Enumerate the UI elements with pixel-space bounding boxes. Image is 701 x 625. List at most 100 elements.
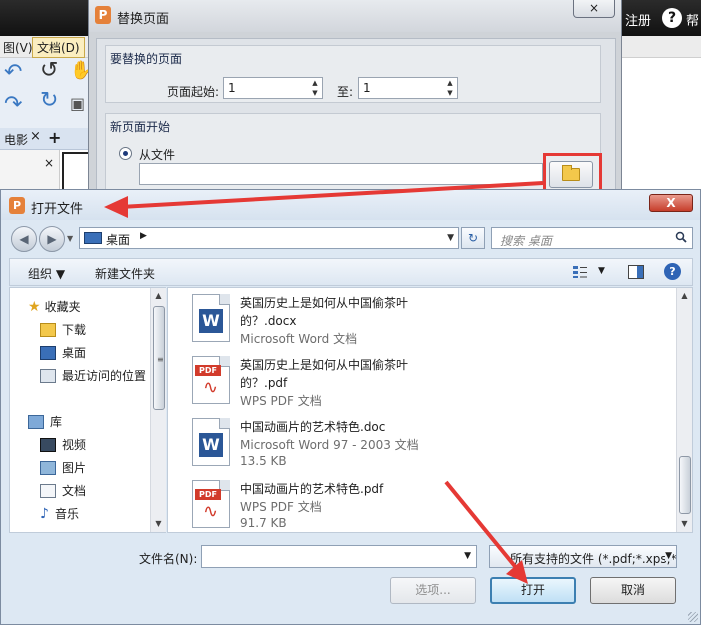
cancel-button[interactable]: 取消: [590, 577, 676, 604]
page-start-label: 页面起始:: [167, 85, 220, 99]
file-name: 中国动画片的艺术特色.doc: [240, 420, 386, 434]
undo-icon[interactable]: ↶: [4, 60, 22, 85]
navigation-pane: ★ 收藏夹 下载 桌面 最近访问的位置 库 视频 图片 文档 ♪ 音乐 ▲ ≡ ▼: [9, 287, 166, 533]
open-file-dialog: P 打开文件 X ◀ ▶ ▼ 桌面 ▶ ▼ ↻ 搜索 桌面 组织 ▼ 新建文件夹…: [0, 189, 701, 625]
word-document-icon: W: [192, 294, 230, 342]
navigation-scrollbar[interactable]: ▲ ≡ ▼: [150, 288, 166, 532]
nav-item-videos[interactable]: 视频: [40, 436, 86, 453]
file-name-continued: 的？.pdf: [240, 376, 288, 390]
preview-pane-icon[interactable]: [628, 265, 644, 279]
library-icon: [28, 414, 44, 429]
organize-label: 组织: [28, 267, 53, 281]
filename-input[interactable]: ▼: [201, 545, 477, 568]
file-path-input[interactable]: [139, 163, 543, 185]
nav-item-documents[interactable]: 文档: [40, 482, 86, 499]
list-item[interactable]: W 中国动画片的艺术特色.doc Microsoft Word 97 - 200…: [188, 414, 648, 476]
scroll-down-icon[interactable]: ▼: [151, 516, 166, 532]
scroll-up-icon[interactable]: ▲: [677, 288, 692, 304]
recent-locations-dropdown[interactable]: ▼: [67, 234, 73, 243]
nav-item-label: 库: [50, 415, 63, 429]
nav-item-libraries[interactable]: 库: [28, 413, 62, 430]
refresh-button[interactable]: ↻: [461, 227, 485, 249]
redo-main-icon[interactable]: ↻: [40, 88, 58, 113]
side-panel-close-icon[interactable]: ×: [44, 156, 54, 170]
file-type-select[interactable]: 所有支持的文件 (*.pdf;*.xps;*.e ▼: [489, 545, 677, 568]
help-link[interactable]: 帮: [686, 10, 699, 29]
redo-icon[interactable]: ↷: [4, 92, 22, 117]
camera-icon[interactable]: ▣: [70, 94, 85, 113]
options-button[interactable]: 选项...: [390, 577, 476, 604]
nav-item-music[interactable]: ♪ 音乐: [40, 505, 79, 522]
document-tab[interactable]: 电影: [0, 131, 32, 148]
star-icon: ★: [28, 298, 41, 315]
desktop-icon: [84, 232, 102, 244]
scrollbar-thumb[interactable]: [679, 456, 691, 514]
tab-close-icon[interactable]: ×: [30, 129, 41, 144]
replace-dialog-close-button[interactable]: ×: [573, 0, 615, 18]
app-tabbar: 电影 × +: [0, 128, 92, 150]
open-button[interactable]: 打开: [490, 577, 576, 604]
pages-to-replace-title: 要替换的页面: [110, 52, 183, 66]
address-dropdown-icon[interactable]: ▼: [447, 233, 454, 243]
spinner-arrows-icon[interactable]: ▲ ▼: [443, 78, 457, 98]
menu-document[interactable]: 文档(D): [32, 37, 85, 58]
file-type-dropdown-icon[interactable]: ▼: [665, 551, 672, 561]
file-name: 中国动画片的艺术特色.pdf: [240, 482, 384, 496]
open-dialog-close-button[interactable]: X: [649, 194, 693, 212]
organize-button[interactable]: 组织 ▼: [28, 265, 65, 282]
forward-button[interactable]: ▶: [39, 226, 65, 252]
file-list: W 英国历史上是如何从中国偷茶叶 的？.docx Microsoft Word …: [167, 287, 693, 533]
app-side-panel: ×: [0, 150, 60, 194]
pdf-document-icon: PDF ∿: [192, 480, 230, 528]
list-item[interactable]: PDF ∿ 英国历史上是如何从中国偷茶叶 的？.pdf WPS PDF 文档: [188, 352, 648, 414]
nav-item-downloads[interactable]: 下载: [40, 321, 86, 338]
file-list-scrollbar[interactable]: ▲ ▼: [676, 288, 692, 532]
resize-grip-icon[interactable]: [688, 612, 698, 622]
app-toolbar: ↶ ↷ ↺ ↻ ✋ ▣: [0, 58, 92, 128]
back-button[interactable]: ◀: [11, 226, 37, 252]
nav-item-favorites[interactable]: ★ 收藏夹: [28, 298, 81, 315]
nav-item-recent-places[interactable]: 最近访问的位置: [40, 367, 146, 384]
nav-item-label: 桌面: [62, 346, 87, 360]
view-options-icon[interactable]: [572, 265, 588, 279]
page-end-value: 1: [363, 81, 371, 95]
desktop-icon: [40, 345, 56, 360]
video-icon: [40, 437, 56, 452]
address-bar[interactable]: 桌面 ▶ ▼: [79, 227, 459, 249]
music-icon: ♪: [40, 505, 49, 522]
documents-icon: [40, 483, 56, 498]
scroll-up-icon[interactable]: ▲: [151, 288, 166, 304]
page-end-label: 至:: [337, 85, 354, 99]
from-file-radio[interactable]: [119, 147, 132, 160]
pdf-badge: PDF: [195, 365, 221, 376]
new-tab-icon[interactable]: +: [48, 128, 61, 147]
breadcrumb-arrow-icon[interactable]: ▶: [140, 231, 147, 241]
help-icon[interactable]: ?: [662, 8, 682, 28]
list-item[interactable]: PDF ∿ 中国动画片的艺术特色.pdf WPS PDF 文档 91.7 KB: [188, 476, 648, 538]
file-name-continued: 的？.docx: [240, 314, 297, 328]
nav-item-pictures[interactable]: 图片: [40, 459, 86, 476]
file-name: 英国历史上是如何从中国偷茶叶: [240, 296, 409, 310]
new-folder-button[interactable]: 新建文件夹: [95, 265, 155, 282]
register-link[interactable]: 注册: [625, 10, 651, 29]
page-start-spinner[interactable]: 1 ▲ ▼: [223, 77, 323, 99]
page-end-spinner[interactable]: 1 ▲ ▼: [358, 77, 458, 99]
undo-main-icon[interactable]: ↺: [40, 58, 58, 83]
file-type-value: 所有支持的文件 (*.pdf;*.xps;*.e: [510, 552, 677, 566]
word-badge: W: [199, 433, 223, 457]
file-type: Microsoft Word 文档: [240, 332, 358, 346]
spinner-arrows-icon[interactable]: ▲ ▼: [308, 78, 322, 98]
help-icon[interactable]: ?: [664, 263, 681, 280]
filename-dropdown-icon[interactable]: ▼: [464, 551, 471, 561]
nav-item-desktop[interactable]: 桌面: [40, 344, 86, 361]
search-placeholder: 搜索 桌面: [500, 234, 552, 248]
list-item[interactable]: W 英国历史上是如何从中国偷茶叶 的？.docx Microsoft Word …: [188, 290, 648, 352]
pdf-badge: PDF: [195, 489, 221, 500]
replace-dialog-titlebar: P 替换页面 ×: [89, 0, 621, 32]
view-dropdown-icon[interactable]: ▼: [598, 266, 605, 276]
filename-label: 文件名(N):: [139, 552, 198, 566]
scrollbar-thumb[interactable]: ≡: [153, 306, 165, 410]
menu-view[interactable]: 图(V): [0, 39, 36, 56]
search-input[interactable]: 搜索 桌面: [491, 227, 693, 249]
scroll-down-icon[interactable]: ▼: [677, 516, 692, 532]
